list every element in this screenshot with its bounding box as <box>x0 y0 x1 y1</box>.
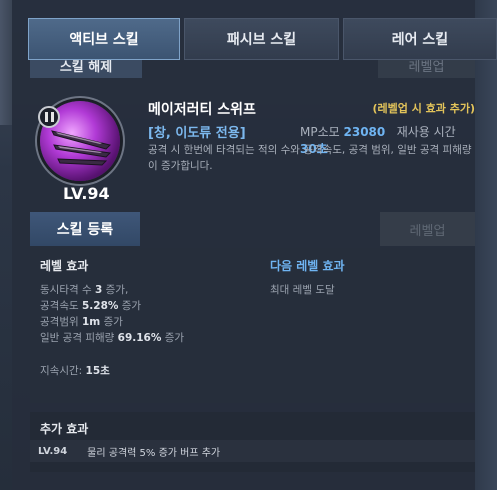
current-effect-list: 동시타격 수 3 증가, 공격속도 5.28% 증가 공격범위 1m 증가 일반… <box>40 282 255 346</box>
extra-effect-level: LV.94 <box>38 445 68 457</box>
skill-tabs: 액티브 스킬 패시브 스킬 레어 스킬 <box>28 18 497 60</box>
next-effect-line: 최대 레벨 도달 <box>270 284 335 296</box>
pause-icon[interactable] <box>38 106 60 128</box>
effect-line: 일반 공격 피해량 69.16% 증가 <box>40 332 185 344</box>
cooldown-label: 재사용 시간 <box>396 125 456 139</box>
extra-effect-text: 물리 공격력 5% 증가 버프 추가 <box>87 447 221 459</box>
effect-duration: 지속시간: 15초 <box>40 365 110 377</box>
mp-value: 23080 <box>343 125 386 139</box>
skill-info: LV.94 메이저러티 스위프 (레벨업 시 효과 추가) [창, 이도류 전용… <box>30 88 475 203</box>
tab-rare-skill[interactable]: 레어 스킬 <box>343 18 497 60</box>
levelup-note: (레벨업 시 효과 추가) <box>372 102 475 115</box>
next-effect-title: 다음 레벨 효과 <box>270 259 345 273</box>
skill-level: LV.94 <box>63 184 110 203</box>
register-skill-button[interactable]: 스킬 등록 <box>30 212 140 246</box>
tab-passive-skill[interactable]: 패시브 스킬 <box>184 18 339 60</box>
right-edge-panel <box>475 0 497 490</box>
current-effect-title: 레벨 효과 <box>40 259 89 273</box>
effect-line: 공격범위 1m 증가 <box>40 316 123 328</box>
level-effects: 레벨 효과 다음 레벨 효과 동시타격 수 3 증가, 공격속도 5.28% 증… <box>30 248 475 403</box>
tab-active-skill[interactable]: 액티브 스킬 <box>28 18 180 60</box>
skill-name: 메이저러티 스위프 <box>148 102 256 118</box>
levelup-button[interactable]: 레벨업 <box>380 212 475 246</box>
extra-effect: 추가 효과 LV.94 물리 공격력 5% 증가 버프 추가 <box>30 412 475 472</box>
skill-description: 공격 시 한번에 타격되는 적의 수와 공격속도, 공격 범위, 일반 공격 피… <box>148 144 472 172</box>
left-edge-panel <box>0 0 12 125</box>
effect-line: 공격속도 5.28% 증가 <box>40 300 142 312</box>
weapon-requirement: [창, 이도류 전용] <box>148 126 246 141</box>
extra-effect-title: 추가 효과 <box>40 422 89 436</box>
effect-line: 동시타격 수 3 증가, <box>40 284 129 296</box>
extra-effect-row: LV.94 물리 공격력 5% 증가 버프 추가 <box>30 440 475 462</box>
mp-label: MP소모 <box>300 125 340 139</box>
